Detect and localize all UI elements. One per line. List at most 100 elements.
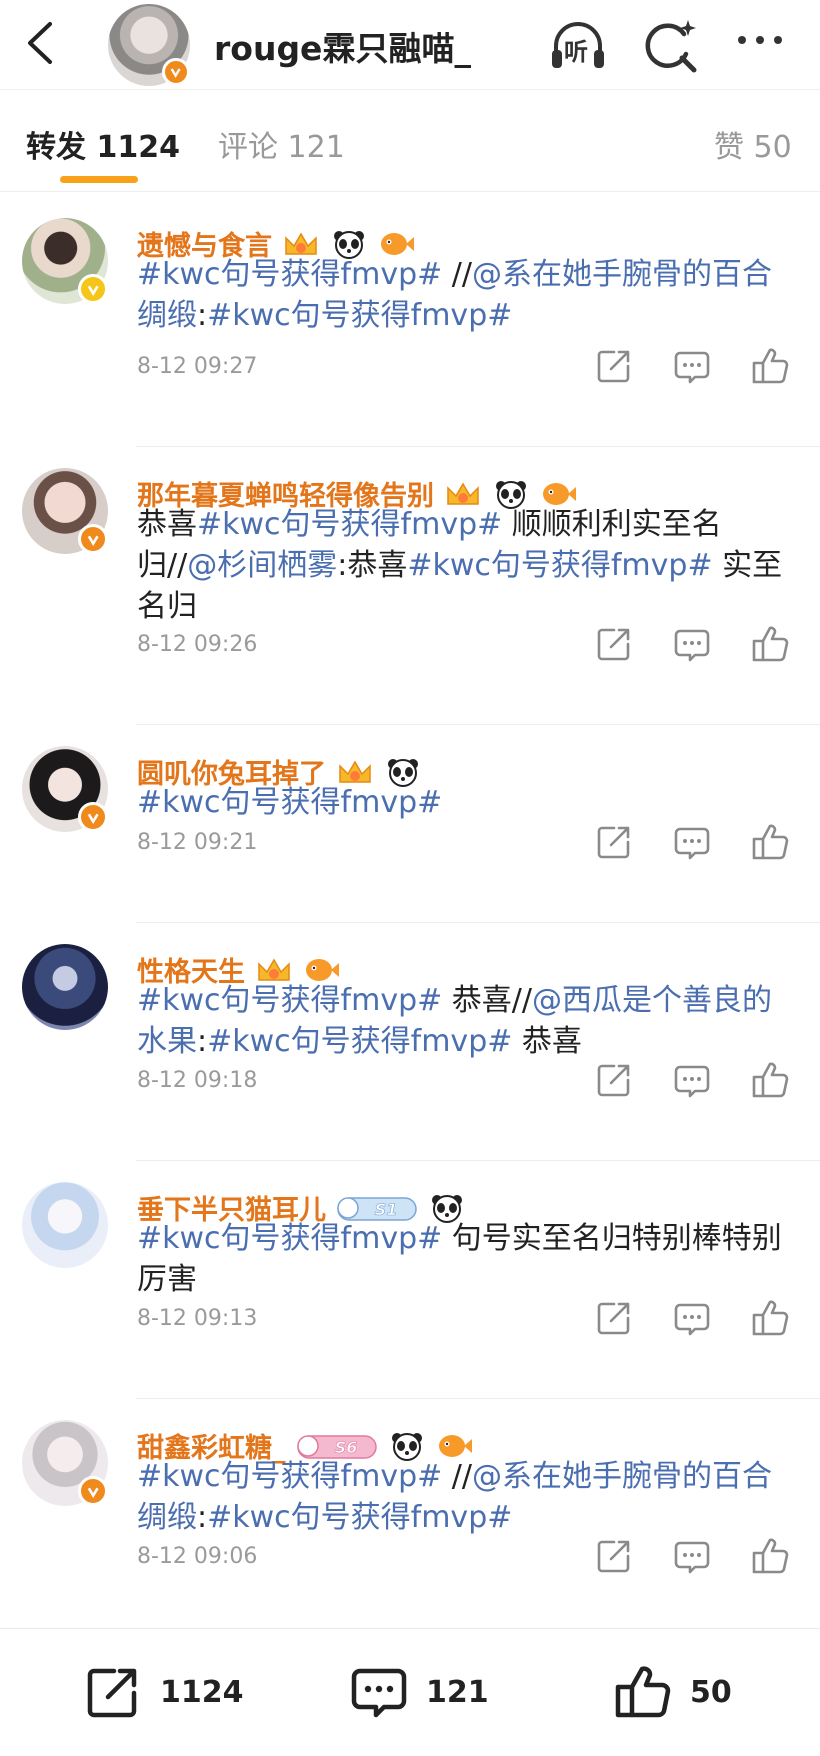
repost-action-button[interactable] (594, 1060, 634, 1100)
bottom-like-button[interactable]: 50 (614, 1663, 732, 1721)
bottom-repost-button[interactable]: 1124 (84, 1663, 244, 1721)
user-avatar[interactable] (22, 468, 108, 554)
repost-content: #kwc句号获得fmvp# //@系在她手腕骨的百合绸缎:#kwc句号获得fmv… (137, 254, 797, 336)
verified-badge-icon (78, 274, 108, 304)
comment-action-button[interactable] (672, 1536, 712, 1576)
user-avatar[interactable] (22, 218, 108, 304)
user-avatar[interactable] (22, 746, 108, 832)
content-text: : (197, 1024, 208, 1059)
bottom-comment-button[interactable]: 121 (350, 1663, 489, 1721)
thumbs-up-icon (752, 626, 789, 662)
svg-text:S6: S6 (334, 1438, 357, 1457)
repost-icon (597, 1540, 630, 1573)
content-link[interactable]: #kwc句号获得fmvp# (137, 257, 442, 292)
repost-content: #kwc句号获得fmvp# (137, 782, 797, 823)
like-action-button[interactable] (750, 1060, 790, 1100)
user-avatar[interactable] (22, 944, 108, 1030)
comment-icon (351, 1668, 407, 1718)
content-link[interactable]: #kwc句号获得fmvp# (207, 1024, 512, 1059)
repost-icon (597, 826, 630, 859)
user-avatar[interactable] (22, 1182, 108, 1268)
tab-comment[interactable]: 评论 121 (218, 122, 345, 166)
repost-item[interactable]: 圆叽你兔耳掉了 #kwc句号获得fmvp# 8-12 09:21 (0, 724, 820, 923)
verified-badge-icon (162, 58, 190, 86)
content-link[interactable]: #kwc句号获得fmvp# (407, 548, 712, 583)
header-avatar[interactable] (108, 4, 190, 86)
bottom-action-bar: 1124 121 50 (0, 1628, 820, 1756)
repost-icon (597, 350, 630, 383)
comment-icon (674, 351, 710, 384)
bottom-comment-count: 121 (426, 1674, 489, 1710)
timestamp: 8-12 09:18 (137, 1068, 258, 1093)
repost-item[interactable]: 甜鑫彩虹糖_ S6 #kwc句号获得fmvp# //@系在她手腕骨的百合绸缎:#kw… (0, 1398, 820, 1637)
content-text: // (442, 1459, 473, 1494)
timestamp: 8-12 09:21 (137, 830, 258, 855)
content-link[interactable]: #kwc句号获得fmvp# (137, 1221, 442, 1256)
comment-action-button[interactable] (672, 624, 712, 664)
header-title: rouge霖只融喵_ (214, 29, 471, 68)
like-action-button[interactable] (750, 1536, 790, 1576)
like-action-button[interactable] (750, 624, 790, 664)
verified-badge-icon (78, 524, 108, 554)
repost-item[interactable]: 遗憾与食言 #kwc句号获得fmvp# //@系在她手腕骨的百合绸缎:#kwc句号… (0, 196, 820, 447)
repost-item[interactable]: 性格天生 #kwc句号获得fmvp# 恭喜//@西瓜是个善良的水果:#kwc句号获… (0, 922, 820, 1161)
content-text: 恭喜 (512, 1024, 582, 1059)
thumbs-up-icon (752, 348, 789, 384)
back-button[interactable] (22, 18, 62, 68)
svg-text:S1: S1 (375, 1200, 398, 1219)
repost-action-button[interactable] (594, 346, 634, 386)
like-action-button[interactable] (750, 822, 790, 862)
repost-icon (87, 1668, 137, 1718)
tab-like-label: 赞 (714, 130, 744, 165)
tab-repost[interactable]: 转发 1124 (26, 122, 180, 166)
like-action-button[interactable] (750, 1298, 790, 1338)
tab-comment-count: 121 (287, 130, 345, 165)
timestamp: 8-12 09:13 (137, 1306, 258, 1331)
repost-action-button[interactable] (594, 1536, 634, 1576)
verified-badge-icon (78, 1476, 108, 1506)
content-link[interactable]: #kwc句号获得fmvp# (137, 983, 442, 1018)
comment-action-button[interactable] (672, 346, 712, 386)
more-button[interactable] (730, 16, 790, 76)
tab-repost-label: 转发 (26, 130, 86, 165)
content-link[interactable]: #kwc句号获得fmvp# (207, 298, 512, 333)
content-text: 恭喜// (442, 983, 533, 1018)
user-avatar[interactable] (22, 1420, 108, 1506)
repost-item[interactable]: 那年暮夏蝉鸣轻得像告别 恭喜#kwc句号获得fmvp# 顺顺利利实至名归//@杉间… (0, 446, 820, 725)
content-link[interactable]: #kwc句号获得fmvp# (197, 507, 502, 542)
thumbs-up-icon (615, 1666, 671, 1718)
tab-active-indicator (60, 176, 138, 183)
tab-comment-label: 评论 (218, 130, 278, 165)
comment-icon (674, 1303, 710, 1336)
search-button[interactable] (640, 16, 700, 76)
repost-action-button[interactable] (594, 1298, 634, 1338)
content-text: // (442, 257, 473, 292)
bottom-repost-count: 1124 (160, 1674, 244, 1710)
thumbs-up-icon (752, 1062, 789, 1098)
content-link[interactable]: #kwc句号获得fmvp# (207, 1500, 512, 1535)
bottom-like-count: 50 (690, 1674, 732, 1710)
comment-action-button[interactable] (672, 822, 712, 862)
content-link[interactable]: #kwc句号获得fmvp# (137, 1459, 442, 1494)
repost-content: #kwc句号获得fmvp# 句号实至名归特别棒特别厉害 (137, 1218, 797, 1300)
tab-like[interactable]: 赞 50 (714, 122, 792, 166)
tab-like-count: 50 (753, 130, 792, 165)
content-link[interactable]: #kwc句号获得fmvp# (137, 785, 442, 820)
comment-action-button[interactable] (672, 1060, 712, 1100)
content-text: 恭喜 (137, 507, 197, 542)
timestamp: 8-12 09:27 (137, 354, 258, 379)
repost-item[interactable]: 垂下半只猫耳儿 S1 #kwc句号获得fmvp# 句号实至名归特别棒特别厉害 8-12… (0, 1160, 820, 1399)
repost-content: 恭喜#kwc句号获得fmvp# 顺顺利利实至名归//@杉间栖雾:恭喜#kwc句号… (137, 504, 797, 627)
back-arrow-icon (28, 22, 52, 64)
comment-action-button[interactable] (672, 1298, 712, 1338)
like-action-button[interactable] (750, 346, 790, 386)
repost-content: #kwc句号获得fmvp# 恭喜//@西瓜是个善良的水果:#kwc句号获得fmv… (137, 980, 797, 1062)
listen-button[interactable]: 听 (548, 16, 608, 76)
repost-icon (597, 1302, 630, 1335)
content-link[interactable]: @杉间栖雾 (187, 548, 337, 583)
repost-action-button[interactable] (594, 822, 634, 862)
tab-bar: 转发 1124 评论 121 赞 50 (0, 92, 820, 192)
repost-list: 遗憾与食言 #kwc句号获得fmvp# //@系在她手腕骨的百合绸缎:#kwc句号… (0, 196, 820, 1637)
content-text: : (197, 1500, 208, 1535)
repost-action-button[interactable] (594, 624, 634, 664)
